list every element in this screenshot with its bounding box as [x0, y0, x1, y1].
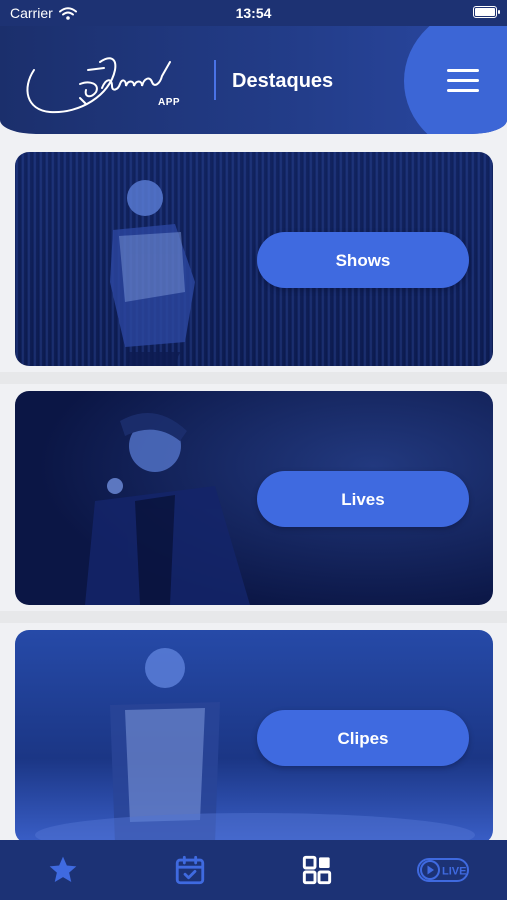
app-header: APP Destaques [0, 26, 507, 134]
highlights-list: Shows Lives Clipes [0, 134, 507, 840]
live-label: LIVE [442, 866, 466, 878]
grid-icon [302, 855, 332, 885]
live-icon: LIVE [417, 858, 469, 882]
status-bar: Carrier 13:54 [0, 0, 507, 26]
tab-bar: LIVE [0, 840, 507, 900]
battery-icon [473, 6, 500, 18]
lives-button[interactable]: Lives [257, 471, 469, 527]
header-divider [214, 60, 216, 100]
calendar-check-icon [175, 855, 205, 885]
clock: 13:54 [235, 5, 272, 21]
tab-grid[interactable] [254, 840, 380, 900]
tab-live[interactable]: LIVE [381, 840, 507, 900]
card-separator [0, 372, 507, 384]
daniel-logo: APP [20, 40, 180, 118]
logo-badge: APP [158, 97, 181, 108]
card-separator [0, 611, 507, 623]
page-title: Destaques [232, 70, 334, 92]
shows-button[interactable]: Shows [257, 232, 469, 288]
tab-agenda[interactable] [127, 840, 253, 900]
signature-logo-icon [26, 57, 171, 114]
hamburger-line [447, 89, 479, 92]
star-icon [49, 856, 77, 882]
hamburger-line [447, 69, 479, 72]
hamburger-line [447, 79, 479, 82]
card-lives[interactable]: Lives [15, 391, 493, 605]
card-shows[interactable]: Shows [15, 152, 493, 366]
menu-button[interactable] [447, 69, 479, 93]
tab-highlights[interactable] [0, 840, 126, 900]
card-clipes[interactable]: Clipes [15, 630, 493, 840]
clipes-button[interactable]: Clipes [257, 710, 469, 766]
